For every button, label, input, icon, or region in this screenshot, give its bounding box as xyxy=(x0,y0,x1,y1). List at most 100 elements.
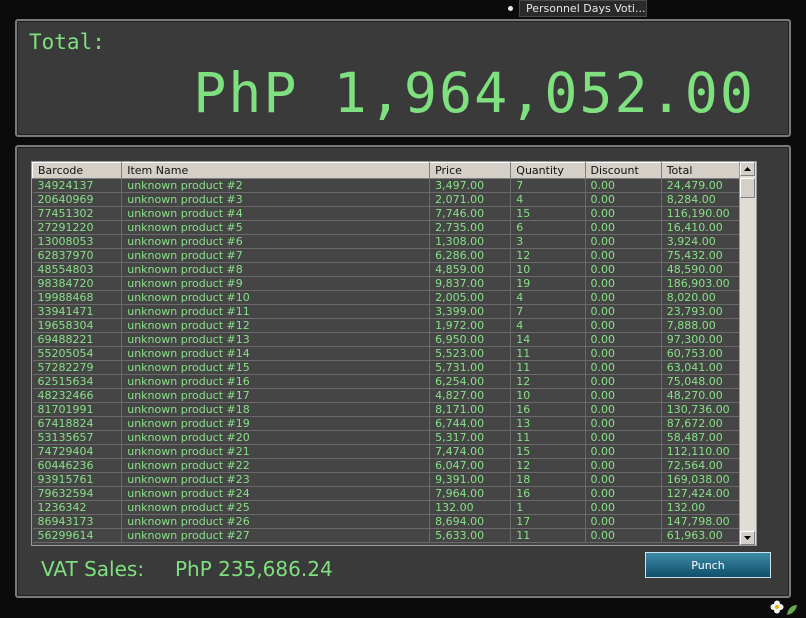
table-row[interactable]: 56299614 unknown product #27 5,633.00 11 0.0… xyxy=(32,528,755,543)
vat-sales-label: VAT Sales: xyxy=(41,557,145,581)
cell-item-name: unknown product #19 xyxy=(121,416,431,431)
vertical-scrollbar[interactable] xyxy=(739,162,756,545)
table-row[interactable]: 33941471 unknown product #11 3,399.00 7 0.00… xyxy=(32,304,755,319)
cell-discount: 0.00 xyxy=(585,248,662,263)
cell-discount: 0.00 xyxy=(585,290,662,305)
table-row[interactable]: 20640969 unknown product #3 2,071.00 4 0.00 8… xyxy=(32,192,755,207)
total-panel: Total: PhP 1,964,052.00 xyxy=(15,19,791,137)
column-header-item-name[interactable]: Item Name xyxy=(121,162,431,179)
cell-quantity: 11 xyxy=(510,360,586,375)
cell-barcode: 86943173 xyxy=(32,514,123,529)
order-panel: Barcode Item Name Price Quantity Discoun… xyxy=(15,145,791,598)
column-header-price[interactable]: Price xyxy=(429,162,512,179)
cell-price: 5,523.00 xyxy=(429,346,512,361)
table-row[interactable]: 62837970 unknown product #7 6,286.00 12 0.00… xyxy=(32,248,755,263)
scroll-up-button[interactable] xyxy=(740,162,755,176)
table-row[interactable]: 48232466 unknown product #17 4,827.00 10 0.0… xyxy=(32,388,755,403)
cell-barcode: 69488221 xyxy=(32,332,123,347)
table-row[interactable]: 48554803 unknown product #8 4,859.00 10 0.00… xyxy=(32,262,755,277)
cell-price: 5,731.00 xyxy=(429,360,512,375)
cell-discount: 0.00 xyxy=(585,444,662,459)
table-row[interactable]: 60446236 unknown product #22 6,047.00 12 0.0… xyxy=(32,458,755,473)
header-row: Barcode Item Name Price Quantity Discoun… xyxy=(32,162,755,179)
leaf-icon xyxy=(787,605,797,615)
cell-item-name: unknown product #2 xyxy=(121,178,431,193)
table-row[interactable]: 79632594 unknown product #24 7,964.00 16 0.0… xyxy=(32,486,755,501)
cell-price: 4,859.00 xyxy=(429,262,512,277)
cell-quantity: 1 xyxy=(510,500,586,515)
cell-quantity: 15 xyxy=(510,206,586,221)
cell-item-name: unknown product #26 xyxy=(121,514,431,529)
cell-quantity: 11 xyxy=(510,528,586,543)
table-row[interactable]: 62515634 unknown product #16 6,254.00 12 0.0… xyxy=(32,374,755,389)
table-row[interactable]: 86943173 unknown product #26 8,694.00 17 0.0… xyxy=(32,514,755,529)
cell-item-name: unknown product #17 xyxy=(121,388,431,403)
cell-price: 6,047.00 xyxy=(429,458,512,473)
arrow-down-icon xyxy=(744,536,751,540)
cell-discount: 0.00 xyxy=(585,178,662,193)
cell-barcode: 33941471 xyxy=(32,304,123,319)
cell-price: 5,633.00 xyxy=(429,528,512,543)
cell-discount: 0.00 xyxy=(585,276,662,291)
arrow-up-icon xyxy=(744,167,751,171)
cell-quantity: 17 xyxy=(510,514,586,529)
table-row[interactable]: 13008053 unknown product #6 1,308.00 3 0.00 3… xyxy=(32,234,755,249)
cell-barcode: 98384720 xyxy=(32,276,123,291)
scroll-down-button[interactable] xyxy=(740,531,755,545)
items-grid[interactable]: Barcode Item Name Price Quantity Discoun… xyxy=(31,161,757,546)
cell-price: 3,497.00 xyxy=(429,178,512,193)
cell-price: 8,171.00 xyxy=(429,402,512,417)
table-row[interactable]: 34924137 unknown product #2 3,497.00 7 0.00 2… xyxy=(32,178,755,193)
cell-item-name: unknown product #20 xyxy=(121,430,431,445)
cell-price: 3,399.00 xyxy=(429,304,512,319)
table-row[interactable]: 67418824 unknown product #19 6,744.00 13 0.0… xyxy=(32,416,755,431)
items-table: Barcode Item Name Price Quantity Discoun… xyxy=(32,162,755,543)
cell-price: 2,735.00 xyxy=(429,220,512,235)
table-row[interactable]: 98384720 unknown product #9 9,837.00 19 0.00… xyxy=(32,276,755,291)
cell-barcode: 81701991 xyxy=(32,402,123,417)
table-row[interactable]: 81701991 unknown product #18 8,171.00 16 0.0… xyxy=(32,402,755,417)
cell-price: 7,474.00 xyxy=(429,444,512,459)
cell-price: 4,827.00 xyxy=(429,388,512,403)
table-row[interactable]: 69488221 unknown product #13 6,950.00 14 0.0… xyxy=(32,332,755,347)
cell-discount: 0.00 xyxy=(585,388,662,403)
punch-button[interactable]: Punch xyxy=(645,552,771,578)
column-header-barcode[interactable]: Barcode xyxy=(32,162,123,179)
cell-item-name: unknown product #22 xyxy=(121,458,431,473)
table-row[interactable]: 19658304 unknown product #12 1,972.00 4 0.00… xyxy=(32,318,755,333)
table-row[interactable]: 1236342 unknown product #25 132.00 1 0.00 132… xyxy=(32,500,755,515)
cell-discount: 0.00 xyxy=(585,528,662,543)
cell-discount: 0.00 xyxy=(585,360,662,375)
cell-price: 6,254.00 xyxy=(429,374,512,389)
table-row[interactable]: 77451302 unknown product #4 7,746.00 15 0.00… xyxy=(32,206,755,221)
cell-discount: 0.00 xyxy=(585,472,662,487)
cell-quantity: 3 xyxy=(510,234,586,249)
table-row[interactable]: 27291220 unknown product #5 2,735.00 6 0.00 1… xyxy=(32,220,755,235)
taskbar-tab[interactable]: Personnel Days Voti... xyxy=(519,0,647,17)
table-row[interactable]: 57282279 unknown product #15 5,731.00 11 0.0… xyxy=(32,360,755,375)
cell-quantity: 7 xyxy=(510,304,586,319)
cell-item-name: unknown product #6 xyxy=(121,234,431,249)
cell-barcode: 20640969 xyxy=(32,192,123,207)
column-header-quantity[interactable]: Quantity xyxy=(510,162,586,179)
table-row[interactable]: 53135657 unknown product #20 5,317.00 11 0.0… xyxy=(32,430,755,445)
cell-barcode: 27291220 xyxy=(32,220,123,235)
cell-item-name: unknown product #3 xyxy=(121,192,431,207)
table-row[interactable]: 55205054 unknown product #14 5,523.00 11 0.0… xyxy=(32,346,755,361)
column-header-discount[interactable]: Discount xyxy=(584,162,662,179)
cell-item-name: unknown product #21 xyxy=(121,444,431,459)
cell-item-name: unknown product #13 xyxy=(121,332,431,347)
cell-barcode: 77451302 xyxy=(32,206,123,221)
table-row[interactable]: 74729404 unknown product #21 7,474.00 15 0.0… xyxy=(32,444,755,459)
cell-price: 132.00 xyxy=(429,500,512,515)
scroll-thumb[interactable] xyxy=(740,178,755,198)
table-row[interactable]: 19988468 unknown product #10 2,005.00 4 0.00… xyxy=(32,290,755,305)
table-row[interactable]: 93915761 unknown product #23 9,391.00 18 0.0… xyxy=(32,472,755,487)
cell-quantity: 18 xyxy=(510,472,586,487)
cell-quantity: 16 xyxy=(510,402,586,417)
cell-item-name: unknown product #10 xyxy=(121,290,431,305)
cell-quantity: 4 xyxy=(510,192,586,207)
taskbar-tab-label: Personnel Days Voti... xyxy=(526,2,646,15)
cell-discount: 0.00 xyxy=(585,206,662,221)
cell-discount: 0.00 xyxy=(585,332,662,347)
